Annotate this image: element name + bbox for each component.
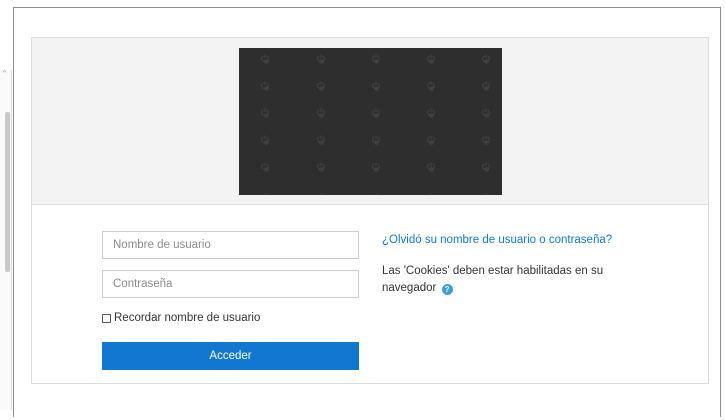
power-icon: ⏻ xyxy=(372,135,380,146)
power-icon: ⏻ xyxy=(261,81,269,92)
login-header: ⏻ ⏻ ⏻ ⏻ ⏻ ⏻ ⏻ ⏻ ⏻ ⏻ ⏻ ⏻ ⏻ ⏻ ⏻ ⏻ ⏻ ⏻ ⏻ ⏻ ⏻ ⏻ ⏻ ⏻ ⏻ xyxy=(32,38,708,205)
power-icon: ⏻ xyxy=(317,135,325,146)
login-button[interactable]: Acceder xyxy=(102,342,359,370)
power-icon: ⏻ xyxy=(372,108,380,119)
login-card: ⏻ ⏻ ⏻ ⏻ ⏻ ⏻ ⏻ ⏻ ⏻ ⏻ ⏻ ⏻ ⏻ ⏻ ⏻ ⏻ ⏻ ⏻ ⏻ ⏻ ⏻ ⏻ ⏻ ⏻ ⏻ Recordar nombr… xyxy=(31,37,709,384)
power-icon: ⏻ xyxy=(261,54,269,65)
power-icon: ⏻ xyxy=(261,108,269,119)
power-icon: ⏻ xyxy=(261,135,269,146)
scroll-up-arrow-icon[interactable]: ^ xyxy=(3,70,6,77)
power-icon: ⏻ xyxy=(482,108,490,119)
power-icon: ⏻ xyxy=(372,54,380,65)
power-icon: ⏻ xyxy=(427,54,435,65)
cookies-notice-text: Las 'Cookies' deben estar habilitadas en… xyxy=(382,265,604,294)
cookies-notice: Las 'Cookies' deben estar habilitadas en… xyxy=(382,263,632,297)
power-icon: ⏻ xyxy=(427,135,435,146)
power-icon: ⏻ xyxy=(317,81,325,92)
power-icon: ⏻ xyxy=(261,162,269,173)
power-icon: ⏻ xyxy=(482,135,490,146)
power-icon: ⏻ xyxy=(482,81,490,92)
question-circle-icon[interactable]: ? xyxy=(441,284,453,295)
scrollbar-thumb[interactable] xyxy=(5,112,10,272)
power-icon: ⏻ xyxy=(372,162,380,173)
scrollbar-edge xyxy=(11,70,12,410)
power-icon: ⏻ xyxy=(317,108,325,119)
power-icon: ⏻ xyxy=(427,108,435,119)
password-input[interactable] xyxy=(102,270,359,298)
power-icon: ⏻ xyxy=(317,54,325,65)
remember-username[interactable]: Recordar nombre de usuario xyxy=(102,311,260,325)
forgot-credentials-link[interactable]: ¿Olvidó su nombre de usuario o contraseñ… xyxy=(382,234,612,246)
power-icon: ⏻ xyxy=(317,162,325,173)
remember-username-checkbox[interactable] xyxy=(102,313,111,323)
power-icon: ⏻ xyxy=(427,81,435,92)
username-input[interactable] xyxy=(102,231,359,259)
power-icon: ⏻ xyxy=(372,81,380,92)
power-icon: ⏻ xyxy=(427,162,435,173)
site-logo: ⏻ ⏻ ⏻ ⏻ ⏻ ⏻ ⏻ ⏻ ⏻ ⏻ ⏻ ⏻ ⏻ ⏻ ⏻ ⏻ ⏻ ⏻ ⏻ ⏻ ⏻ ⏻ ⏻ ⏻ ⏻ xyxy=(239,48,502,195)
remember-username-label: Recordar nombre de usuario xyxy=(114,312,261,324)
power-icon: ⏻ xyxy=(482,162,490,173)
power-icon: ⏻ xyxy=(482,54,490,65)
